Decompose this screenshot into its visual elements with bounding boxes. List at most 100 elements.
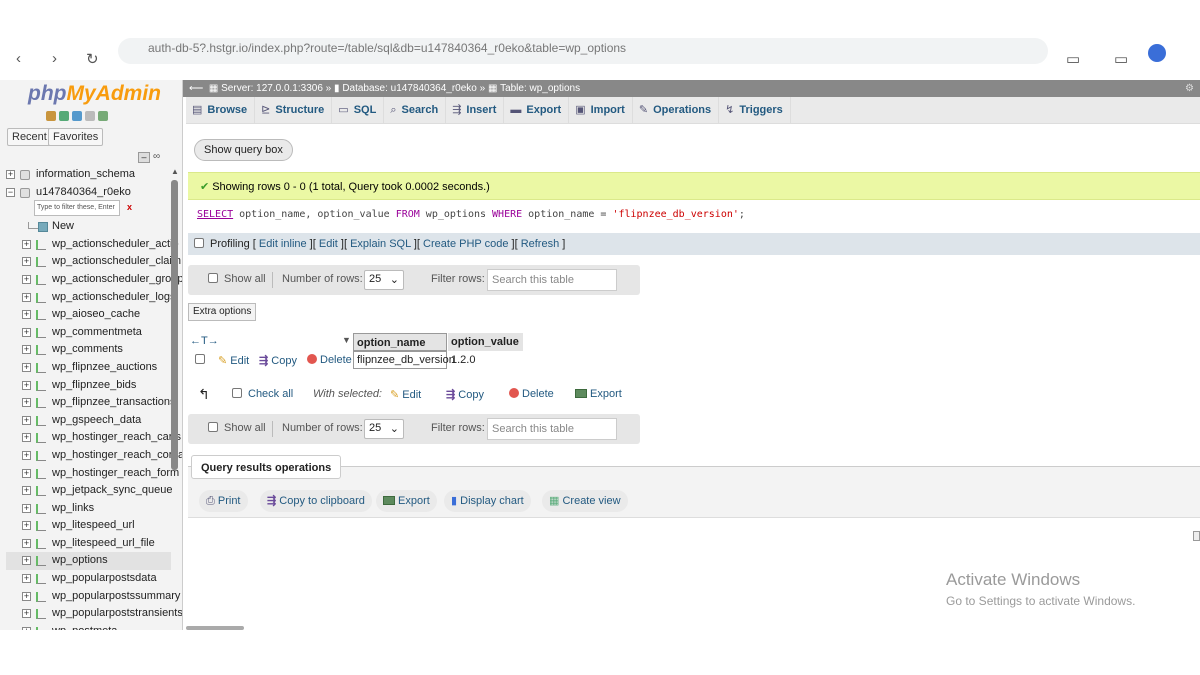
- tree-label[interactable]: wp_options: [52, 552, 108, 569]
- tree-database[interactable]: − u147840364_r0eko: [6, 184, 171, 202]
- tree-label[interactable]: wp_flipnzee_auctions: [52, 359, 157, 376]
- phpmyadmin-logo[interactable]: phpMyAdmin: [28, 82, 161, 106]
- table-filter-input[interactable]: Type to filter these, Enter: [34, 200, 120, 216]
- filter-rows-input[interactable]: Search this table: [487, 418, 617, 440]
- tree-table[interactable]: + wp_options: [6, 552, 171, 571]
- tree-label[interactable]: wp_popularpostssummary: [52, 588, 180, 605]
- favorites-tab[interactable]: Favorites: [48, 128, 104, 146]
- tree-database[interactable]: + information_schema: [6, 166, 171, 184]
- cell-option-name[interactable]: flipnzee_db_version: [353, 351, 455, 369]
- tab-structure[interactable]: ⊵ Structure: [255, 97, 333, 124]
- number-of-rows-select[interactable]: 25 ⌄: [364, 270, 404, 290]
- bulk-copy-button[interactable]: ⇶ Copy: [446, 388, 484, 401]
- expand-icon[interactable]: +: [22, 274, 31, 284]
- tab-import[interactable]: ▣ Import: [569, 97, 633, 124]
- tree-label[interactable]: wp_actionscheduler_actio: [52, 236, 179, 253]
- sql-keyword[interactable]: SELECT: [197, 209, 233, 220]
- tree-table[interactable]: + wp_hostinger_reach_conta: [6, 447, 182, 465]
- tree-label[interactable]: wp_flipnzee_transactions: [52, 394, 176, 411]
- gear-icon[interactable]: ⚙: [1185, 80, 1194, 97]
- profile-avatar[interactable]: [1148, 44, 1166, 62]
- copy-to-clipboard-button[interactable]: ⇶ Copy to clipboard: [260, 490, 372, 512]
- show-all-checkbox[interactable]: [208, 422, 218, 432]
- profiling-checkbox[interactable]: [194, 238, 204, 248]
- reload-nav-icon[interactable]: [98, 111, 108, 121]
- tree-label[interactable]: wp_flipnzee_bids: [52, 377, 136, 394]
- tree-label[interactable]: wp_actionscheduler_claim: [52, 253, 181, 270]
- tree-table[interactable]: + wp_postmeta: [6, 623, 171, 630]
- tree-table[interactable]: + wp_actionscheduler_logs: [6, 289, 176, 307]
- tree-label[interactable]: wp_actionscheduler_group: [52, 271, 182, 288]
- reload-icon[interactable]: ↻: [86, 50, 99, 68]
- recent-tab[interactable]: Recent: [7, 128, 52, 146]
- tree-table[interactable]: + wp_links: [6, 500, 171, 518]
- create-view-button[interactable]: ▦ Create view: [542, 490, 628, 512]
- edit-inline-link[interactable]: Edit inline: [259, 238, 307, 250]
- collapse-all-icon[interactable]: –: [138, 152, 150, 163]
- display-chart-button[interactable]: ▮ Display chart: [444, 490, 531, 512]
- tree-table[interactable]: + wp_gspeech_data: [6, 412, 171, 430]
- tree-label[interactable]: wp_postmeta: [52, 623, 117, 630]
- tree-label[interactable]: wp_hostinger_reach_conta: [52, 447, 182, 464]
- bulk-edit-button[interactable]: ✎ Edit: [390, 388, 421, 401]
- bulk-delete-button[interactable]: Delete: [509, 388, 554, 400]
- tree-label[interactable]: information_schema: [36, 166, 135, 183]
- tree-table[interactable]: + wp_popularpostsdata: [6, 570, 171, 588]
- expand-icon[interactable]: +: [22, 626, 31, 630]
- expand-icon[interactable]: +: [22, 609, 31, 619]
- row-copy-button[interactable]: ⇶ Copy: [259, 354, 297, 367]
- row-checkbox-box[interactable]: [195, 354, 205, 364]
- column-header-option-name[interactable]: option_name: [353, 333, 447, 351]
- expand-icon[interactable]: +: [6, 170, 15, 179]
- show-all-checkbox[interactable]: [208, 273, 218, 283]
- tree-table[interactable]: + wp_aioseo_cache: [6, 306, 171, 324]
- tree-label[interactable]: wp_popularpoststransients: [52, 605, 182, 622]
- tab-triggers[interactable]: ↯ Triggers: [719, 97, 791, 124]
- tree-table[interactable]: + wp_jetpack_sync_queue: [6, 482, 172, 500]
- scroll-up-icon[interactable]: ▲: [171, 167, 179, 176]
- tree-table[interactable]: + wp_commentmeta: [6, 324, 171, 342]
- tree-label[interactable]: wp_comments: [52, 341, 123, 358]
- tree-table[interactable]: + wp_comments: [6, 341, 171, 359]
- expand-icon[interactable]: +: [22, 415, 31, 425]
- expand-icon[interactable]: +: [22, 521, 31, 531]
- show-all-toggle[interactable]: Show all: [208, 422, 266, 434]
- expand-icon[interactable]: +: [22, 433, 31, 443]
- column-header-option-value[interactable]: option_value: [448, 333, 523, 351]
- expand-icon[interactable]: +: [22, 257, 31, 267]
- tree-table[interactable]: + wp_flipnzee_bids: [6, 377, 171, 395]
- window-icon[interactable]: ▭: [1114, 50, 1128, 68]
- expand-icon[interactable]: +: [22, 591, 31, 601]
- expand-icon[interactable]: +: [22, 310, 31, 320]
- tab-operations[interactable]: ✎ Operations: [633, 97, 720, 124]
- tree-label[interactable]: wp_gspeech_data: [52, 412, 141, 429]
- expand-icon[interactable]: +: [22, 574, 31, 584]
- tree-table[interactable]: + wp_actionscheduler_group: [6, 271, 182, 289]
- expand-icon[interactable]: +: [22, 450, 31, 460]
- expand-icon[interactable]: +: [22, 556, 31, 566]
- collapse-nav-icon[interactable]: ⟵: [189, 83, 203, 94]
- export-button[interactable]: Export: [376, 490, 437, 512]
- edit-link[interactable]: Edit: [319, 238, 338, 250]
- show-query-box-button[interactable]: Show query box: [194, 139, 293, 161]
- tree-label[interactable]: New: [52, 218, 74, 235]
- tree-table[interactable]: + wp_actionscheduler_actio: [6, 236, 179, 254]
- back-icon[interactable]: ‹: [16, 50, 21, 67]
- extensions-icon[interactable]: ▭: [1066, 50, 1080, 68]
- expand-icon[interactable]: +: [22, 380, 31, 390]
- tree-table[interactable]: + wp_flipnzee_auctions: [6, 359, 171, 377]
- number-of-rows-select[interactable]: 25 ⌄: [364, 419, 404, 439]
- settings-icon[interactable]: [85, 111, 95, 121]
- horizontal-scrollbar[interactable]: [186, 626, 244, 630]
- home-icon[interactable]: [46, 111, 56, 121]
- sort-arrows[interactable]: ←T→: [190, 335, 219, 347]
- expand-icon[interactable]: +: [22, 538, 31, 548]
- tree-table[interactable]: + wp_litespeed_url: [6, 517, 171, 535]
- sql-query-icon[interactable]: [59, 111, 69, 121]
- tree-label[interactable]: wp_actionscheduler_logs: [52, 289, 176, 306]
- row-edit-button[interactable]: ✎ Edit: [218, 354, 249, 367]
- tree-new-table[interactable]: New: [6, 218, 171, 236]
- expand-icon[interactable]: +: [22, 345, 31, 355]
- expand-icon[interactable]: +: [22, 486, 31, 496]
- create-php-code-link[interactable]: Create PHP code: [423, 238, 508, 250]
